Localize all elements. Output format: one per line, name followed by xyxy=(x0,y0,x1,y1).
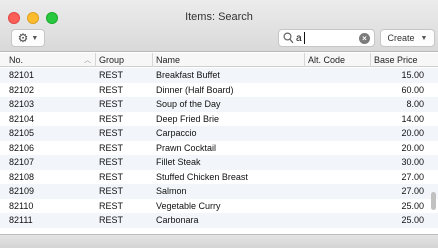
table-row[interactable]: 82106 REST Prawn Cocktail 20.00 xyxy=(0,140,438,155)
cell-group: REST xyxy=(99,215,124,225)
cell-no: 82106 xyxy=(9,142,35,153)
cell-no: 82101 xyxy=(9,70,35,80)
cell-no: 82103 xyxy=(9,99,35,109)
cell-base-price: 27.00 xyxy=(401,171,424,182)
cell-no: 82108 xyxy=(9,171,35,182)
cell-name: Fillet Steak xyxy=(156,157,201,167)
chevron-down-icon: ▼ xyxy=(31,34,39,42)
cell-no: 82105 xyxy=(9,128,35,138)
gear-icon: ⚙ xyxy=(17,31,29,45)
cell-group: REST xyxy=(99,142,124,153)
window-title: Items: Search xyxy=(185,11,253,23)
cell-base-price: 14.00 xyxy=(401,113,424,124)
cell-group: REST xyxy=(99,113,124,124)
create-button[interactable]: Create ▼ xyxy=(380,29,435,47)
create-button-label: Create xyxy=(387,33,415,43)
cell-base-price: 8.00 xyxy=(406,99,424,109)
table-row[interactable]: 82109 REST Salmon 27.00 xyxy=(0,184,438,199)
items-table: 82101 REST Breakfast Buffet 15.00 82102 … xyxy=(0,68,438,234)
cell-base-price: 25.00 xyxy=(401,200,424,211)
cell-group: REST xyxy=(99,99,124,109)
table-row[interactable]: 82107 REST Fillet Steak 30.00 xyxy=(0,155,438,170)
cell-no: 82104 xyxy=(9,113,35,124)
cell-group: REST xyxy=(99,200,124,211)
cell-base-price: 60.00 xyxy=(401,84,424,95)
cell-group: REST xyxy=(99,186,124,196)
cell-base-price: 15.00 xyxy=(401,70,424,80)
cell-no: 82109 xyxy=(9,186,35,196)
chevron-down-icon: ▼ xyxy=(420,34,428,42)
clear-search-icon[interactable]: × xyxy=(359,33,370,44)
title-bar: Items: Search ⚙ ▼ a × Create ▼ xyxy=(0,0,438,52)
column-header-base-price[interactable]: Base Price xyxy=(371,53,428,67)
search-icon xyxy=(283,32,294,44)
cell-name: Soup of the Day xyxy=(156,99,221,109)
cell-base-price: 20.00 xyxy=(401,128,424,138)
cell-name: Breakfast Buffet xyxy=(156,70,220,80)
cell-no: 82111 xyxy=(9,215,33,225)
table-header: No. ︿ Group Name Alt. Code Base Price xyxy=(0,53,438,67)
cell-base-price: 27.00 xyxy=(401,186,424,196)
cell-base-price: 20.00 xyxy=(401,142,424,153)
cell-no: 82107 xyxy=(9,157,35,167)
status-bar xyxy=(0,234,438,248)
cell-name: Salmon xyxy=(156,186,187,196)
cell-name: Vegetable Curry xyxy=(156,200,221,211)
items-search-window: Items: Search ⚙ ▼ a × Create ▼ No. ︿ Gro… xyxy=(0,0,438,248)
cell-name: Dinner (Half Board) xyxy=(156,84,234,95)
table-row[interactable]: 82105 REST Carpaccio 20.00 xyxy=(0,126,438,141)
search-field[interactable]: a × xyxy=(278,29,375,47)
table-row[interactable]: 82108 REST Stuffed Chicken Breast 27.00 xyxy=(0,169,438,184)
cell-no: 82110 xyxy=(9,200,34,211)
cell-base-price: 30.00 xyxy=(401,157,424,167)
cell-group: REST xyxy=(99,171,124,182)
cell-no: 82102 xyxy=(9,84,35,95)
actions-menu-button[interactable]: ⚙ ▼ xyxy=(11,29,45,47)
table-row[interactable]: 82110 REST Vegetable Curry 25.00 xyxy=(0,198,438,213)
column-header-group[interactable]: Group xyxy=(96,53,153,67)
sort-ascending-icon: ︿ xyxy=(84,57,91,64)
cell-group: REST xyxy=(99,128,124,138)
cell-name: Stuffed Chicken Breast xyxy=(156,171,248,182)
cell-name: Prawn Cocktail xyxy=(156,142,217,153)
search-input[interactable]: a xyxy=(296,33,302,44)
cell-group: REST xyxy=(99,157,124,167)
table-row[interactable]: 82104 REST Deep Fried Brie 14.00 xyxy=(0,111,438,126)
column-header-no[interactable]: No. ︿ xyxy=(6,53,96,67)
cell-group: REST xyxy=(99,84,124,95)
cell-base-price: 25.00 xyxy=(401,215,424,225)
cell-name: Deep Fried Brie xyxy=(156,113,220,124)
table-row[interactable]: 82101 REST Breakfast Buffet 15.00 xyxy=(0,68,438,83)
table-row[interactable]: 82111 REST Carbonara 25.00 xyxy=(0,213,438,228)
vertical-scrollbar[interactable] xyxy=(431,192,436,210)
text-caret xyxy=(304,32,305,44)
cell-group: REST xyxy=(99,70,124,80)
cell-name: Carbonara xyxy=(156,215,199,225)
table-row[interactable]: 82103 REST Soup of the Day 8.00 xyxy=(0,97,438,112)
column-header-name[interactable]: Name xyxy=(153,53,305,67)
table-row[interactable]: 82102 REST Dinner (Half Board) 60.00 xyxy=(0,82,438,97)
cell-name: Carpaccio xyxy=(156,128,197,138)
column-header-alt-code[interactable]: Alt. Code xyxy=(305,53,371,67)
